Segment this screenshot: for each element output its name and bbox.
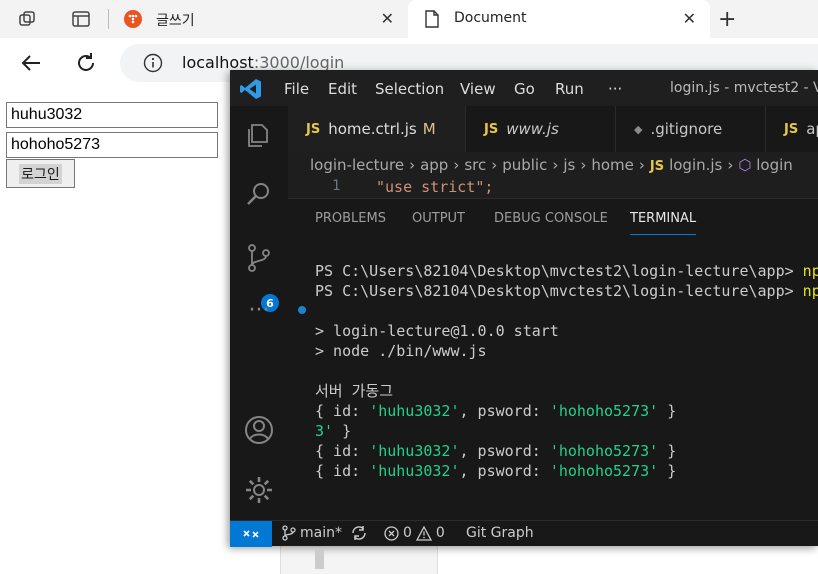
symbol-icon: ⬡ (738, 156, 752, 174)
status-bar: main* 0 0 Git Graph (230, 520, 818, 547)
window-title: login.js - mvctest2 - Vi (670, 80, 818, 96)
branch-status[interactable]: main* (282, 525, 368, 541)
menu-selection[interactable]: Selection (375, 80, 444, 98)
new-tab-icon[interactable]: + (718, 7, 736, 32)
error-count: 0 (403, 525, 412, 541)
source-control-icon[interactable] (243, 242, 275, 274)
close-tab-icon[interactable]: ✕ (381, 9, 394, 28)
editor-tab-label: .gitignore (650, 120, 723, 138)
terminal-line: { id: 'huhu3032', psword: 'hohoho5273' } (315, 462, 677, 480)
terminal-output[interactable]: PS C:\Users\82104\Desktop\mvctest2\login… (315, 261, 818, 481)
warning-count: 0 (435, 525, 445, 541)
more-views-icon[interactable]: ··· (243, 300, 275, 334)
account-icon[interactable] (243, 414, 275, 446)
editor-tabs: JS home.ctrl.js M JS www.js ◆ .gitignore… (288, 106, 818, 152)
menu-edit[interactable]: Edit (328, 80, 357, 98)
browser-tab-bar: 글쓰기 ✕ Document ✕ + (0, 0, 818, 38)
menu-go[interactable]: Go (514, 80, 535, 98)
git-graph-button[interactable]: Git Graph (466, 525, 534, 541)
js-file-icon: JS (649, 159, 665, 174)
menu-file[interactable]: File (284, 80, 309, 98)
tab-write[interactable]: 글쓰기 ✕ (112, 0, 408, 38)
activity-bar: 6 ··· (230, 106, 288, 520)
vscode-logo-icon (240, 78, 262, 104)
terminal-line: 서버 가동그 (315, 382, 394, 400)
terminal-line: > login-lecture@1.0.0 start (315, 322, 559, 340)
error-icon (384, 525, 399, 541)
branch-name: main* (300, 525, 342, 541)
terminal-cursor (315, 549, 324, 569)
terminal-line: PS C:\Users\82104\Desktop\mvctest2\login… (315, 262, 818, 280)
breadcrumb-item[interactable]: login-lecture (310, 156, 404, 174)
tab-terminal[interactable]: TERMINAL (630, 211, 697, 235)
branch-icon (282, 525, 296, 541)
settings-gear-icon[interactable] (243, 474, 275, 506)
line-number: 1 (332, 178, 341, 194)
breadcrumb-item[interactable]: login.js (669, 156, 722, 174)
password-input[interactable] (6, 132, 218, 158)
menu-view[interactable]: View (460, 80, 496, 98)
breadcrumb-item[interactable]: login (756, 156, 793, 174)
document-icon (424, 10, 440, 32)
refresh-icon[interactable] (72, 50, 100, 76)
js-file-icon: JS (484, 121, 499, 137)
menu-run[interactable]: Run (555, 80, 584, 98)
bottom-panel: PROBLEMS OUTPUT DEBUG CONSOLE TERMINAL P… (288, 198, 818, 569)
login-button[interactable]: 로그인 (6, 159, 75, 188)
warning-icon (415, 525, 432, 541)
terminal-line: PS C:\Users\82104\Desktop\mvctest2\login… (315, 282, 818, 300)
tistory-icon (124, 10, 142, 28)
command-status-dot (298, 306, 306, 314)
breadcrumb-item[interactable]: js (563, 156, 575, 174)
login-button-label: 로그인 (19, 163, 62, 184)
tab-label: 글쓰기 (156, 13, 195, 29)
menu-more[interactable]: ··· (608, 80, 622, 98)
editor-tab[interactable]: JS www.js (466, 106, 616, 152)
git-file-icon: ◆ (634, 122, 643, 136)
breadcrumb-item[interactable]: public (502, 156, 547, 174)
terminal-line: 3' } (315, 422, 352, 440)
background-window-strip (280, 546, 438, 574)
explorer-icon[interactable] (243, 120, 275, 152)
tab-output[interactable]: OUTPUT (412, 211, 465, 226)
breadcrumb-item[interactable]: app (420, 156, 448, 174)
search-icon[interactable] (243, 178, 275, 210)
terminal-line: { id: 'huhu3032', psword: 'hohoho5273' } (315, 442, 677, 460)
editor-tab-label: home.ctrl.js (328, 120, 417, 138)
vscode-titlebar: File Edit Selection View Go Run ··· logi… (230, 70, 818, 106)
editor-tab[interactable]: ◆ .gitignore (616, 106, 766, 152)
js-file-icon: JS (306, 121, 321, 137)
tab-divider (108, 9, 109, 29)
code-line: 1 "use strict"; (288, 178, 818, 198)
terminal-line: { id: 'huhu3032', psword: 'hohoho5273' } (315, 402, 677, 420)
tab-problems[interactable]: PROBLEMS (315, 211, 386, 226)
breadcrumb: login-lecture › app › src › public › js › home › JS l… (310, 156, 793, 174)
code-text: "use strict"; (376, 178, 494, 196)
id-input[interactable] (6, 102, 218, 128)
problems-status[interactable]: 0 0 (384, 525, 445, 541)
terminal-line: > node ./bin/www.js (315, 342, 487, 360)
remote-indicator-icon[interactable] (230, 521, 272, 547)
tab-label: Document (454, 10, 527, 26)
js-file-icon: JS (784, 121, 799, 137)
git-graph-label: Git Graph (466, 525, 534, 541)
site-info-icon[interactable] (143, 53, 163, 77)
editor-tab[interactable]: JS ap (766, 106, 818, 152)
workspaces-icon[interactable] (15, 6, 41, 32)
modified-indicator: M (422, 120, 436, 138)
sync-icon[interactable] (350, 525, 368, 541)
close-tab-icon[interactable]: ✕ (683, 9, 696, 28)
breadcrumb-item[interactable]: home (591, 156, 634, 174)
back-icon[interactable] (17, 50, 45, 76)
tab-document[interactable]: Document ✕ (408, 0, 710, 38)
tab-actions-icon[interactable] (68, 6, 94, 32)
editor-tab[interactable]: JS home.ctrl.js M (288, 106, 466, 152)
tab-debug-console[interactable]: DEBUG CONSOLE (494, 211, 608, 226)
editor-tab-label: ap (806, 120, 818, 138)
vscode-window: File Edit Selection View Go Run ··· logi… (230, 70, 818, 569)
breadcrumb-item[interactable]: src (464, 156, 486, 174)
editor-tab-label: www.js (506, 120, 559, 138)
